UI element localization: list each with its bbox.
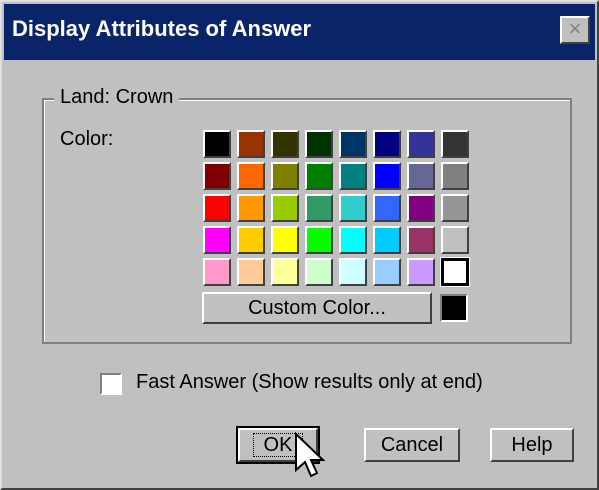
color-swatch[interactable] [305, 226, 333, 254]
color-swatch[interactable] [373, 194, 401, 222]
color-swatch[interactable] [305, 162, 333, 190]
color-swatch[interactable] [203, 130, 231, 158]
color-swatch[interactable] [203, 226, 231, 254]
color-swatch[interactable] [407, 194, 435, 222]
color-swatch[interactable] [441, 162, 469, 190]
color-swatch[interactable] [441, 194, 469, 222]
color-swatch[interactable] [271, 130, 299, 158]
fast-answer-checkbox[interactable] [100, 373, 122, 395]
color-swatch[interactable] [305, 194, 333, 222]
window-title: Display Attributes of Answer [12, 16, 312, 41]
color-swatch[interactable] [407, 258, 435, 286]
color-swatch[interactable] [237, 162, 265, 190]
color-swatch[interactable] [373, 226, 401, 254]
color-swatch[interactable] [373, 130, 401, 158]
color-swatch[interactable] [339, 226, 367, 254]
color-swatch[interactable] [407, 130, 435, 158]
color-swatch[interactable] [271, 194, 299, 222]
close-icon: × [568, 16, 582, 41]
color-swatch[interactable] [305, 130, 333, 158]
color-swatch[interactable] [237, 194, 265, 222]
group-legend: Land: Crown [54, 86, 180, 109]
color-swatch[interactable] [441, 226, 469, 254]
custom-color-swatch[interactable] [440, 294, 468, 322]
custom-color-button[interactable]: Custom Color... [202, 292, 432, 324]
title-bar[interactable]: Display Attributes of Answer × [4, 4, 595, 60]
color-swatch[interactable] [373, 258, 401, 286]
cancel-button[interactable]: Cancel [364, 428, 460, 462]
fast-answer-label[interactable]: Fast Answer (Show results only at end) [136, 371, 483, 394]
color-swatch[interactable] [271, 258, 299, 286]
color-swatch[interactable] [237, 258, 265, 286]
help-button[interactable]: Help [490, 428, 574, 462]
color-swatch[interactable] [407, 162, 435, 190]
color-swatch[interactable] [441, 130, 469, 158]
color-swatch[interactable] [373, 162, 401, 190]
color-swatch[interactable] [339, 258, 367, 286]
color-swatch[interactable] [271, 226, 299, 254]
color-swatch[interactable] [203, 194, 231, 222]
color-swatch[interactable] [203, 258, 231, 286]
color-swatch[interactable] [339, 130, 367, 158]
display-attributes-dialog: Display Attributes of Answer × Land: Cro… [0, 0, 599, 490]
mouse-pointer-icon [295, 432, 326, 478]
color-swatch[interactable] [407, 226, 435, 254]
color-swatch[interactable] [339, 194, 367, 222]
color-swatch[interactable] [203, 162, 231, 190]
close-button[interactable]: × [560, 16, 590, 44]
color-swatch[interactable] [440, 257, 470, 287]
color-swatch[interactable] [339, 162, 367, 190]
color-label: Color: [60, 128, 114, 150]
color-swatch[interactable] [237, 226, 265, 254]
color-swatch[interactable] [305, 258, 333, 286]
color-swatch[interactable] [237, 130, 265, 158]
color-swatch[interactable] [271, 162, 299, 190]
